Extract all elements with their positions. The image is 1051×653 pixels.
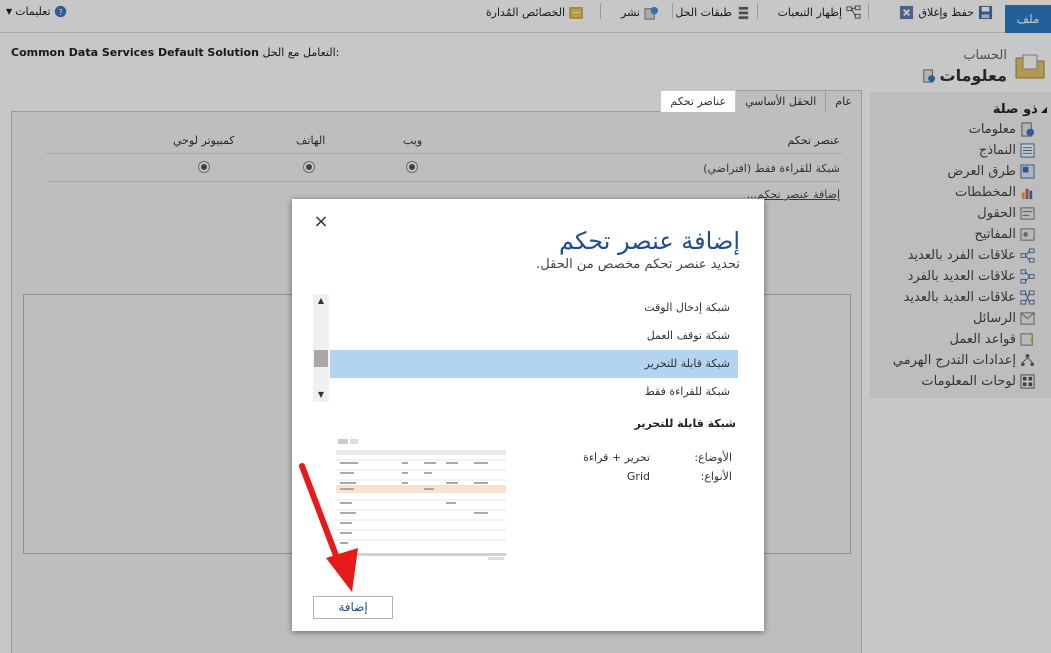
modes-value: تحرير + قراءة [583,451,650,464]
dialog-subtitle: تحديد عنصر تحكم مخصص من الحقل. [536,257,740,272]
close-icon[interactable]: × [312,213,330,231]
types-value: Grid [626,470,650,483]
list-item[interactable]: شبكة توقف العمل [330,322,738,350]
scroll-down-icon[interactable]: ▼ [313,388,329,402]
list-item[interactable]: شبكة للقراءة فقط [330,378,738,406]
list-item-selected[interactable]: شبكة قابلة للتحرير [330,350,738,378]
listbox-scrollbar[interactable]: ▲ ▼ [313,294,329,402]
modes-label: الأوضاع: [694,451,732,464]
red-arrow-icon [299,463,358,592]
scroll-up-icon[interactable]: ▲ [313,294,329,308]
list-item[interactable]: شبكة إدخال الوقت [330,294,738,322]
types-label: الأنواع: [700,470,732,483]
tab-controls[interactable]: عناصر تحكم [660,90,737,112]
control-listbox[interactable]: شبكة إدخال الوقت شبكة توقف العمل شبكة قا… [313,294,738,402]
selected-control-name: شبكة قابلة للتحرير [634,417,736,430]
dialog-title: إضافة عنصر تحكم [559,227,740,255]
add-button[interactable]: إضافة [313,596,393,619]
scroll-thumb[interactable] [314,350,328,367]
